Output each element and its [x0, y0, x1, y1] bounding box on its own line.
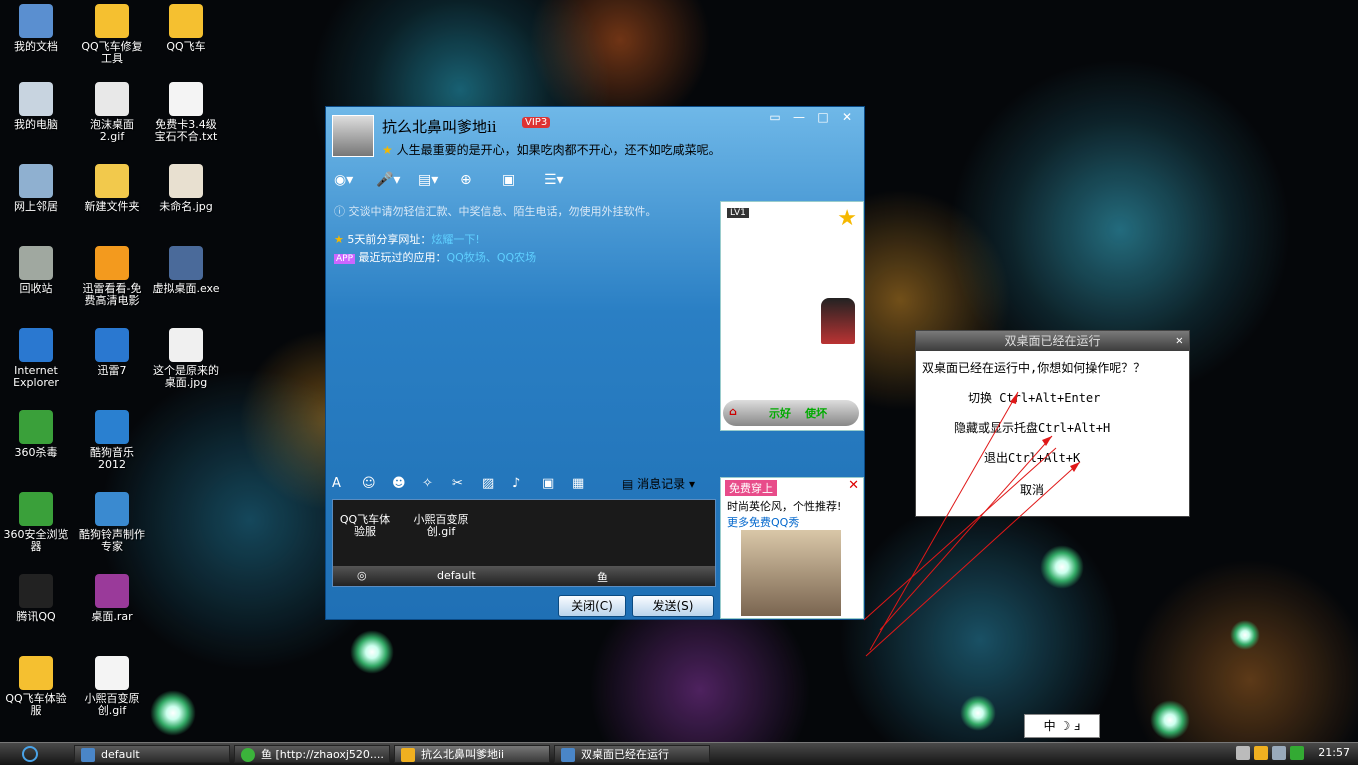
taskbar-item[interactable]: 双桌面已经在运行: [554, 745, 710, 763]
arrow-line: [869, 391, 1019, 651]
start-button[interactable]: [22, 746, 38, 762]
system-tray: [1236, 746, 1304, 760]
taskbar: default 鱼 [http://zhaoxj520.... 抗么北鼻叫爹地i…: [0, 742, 1358, 765]
arrow-line: [879, 435, 1053, 631]
qq-chat-icon: [401, 748, 415, 762]
arrow-head: [1070, 462, 1080, 472]
annotation-arrows: [863, 391, 1081, 657]
taskbar-item[interactable]: 鱼 [http://zhaoxj520....: [234, 745, 390, 763]
arrow-head: [1010, 392, 1018, 404]
arrow-line: [865, 461, 1081, 657]
taskbar-item[interactable]: default: [74, 745, 230, 763]
dialog-icon: [561, 748, 575, 762]
taskbar-item[interactable]: 抗么北鼻叫爹地ii: [394, 745, 550, 763]
network-tray-icon[interactable]: [1272, 746, 1286, 760]
360-tray-icon[interactable]: [1290, 746, 1304, 760]
arrow-head: [1042, 436, 1052, 446]
qq-tray-icon[interactable]: [1254, 746, 1268, 760]
keyboard-icon[interactable]: [1236, 746, 1250, 760]
desktop-icon: [81, 748, 95, 762]
clock[interactable]: 21:57: [1318, 746, 1350, 759]
chat-icon: [241, 748, 255, 762]
ime-status-bar[interactable]: 中 ☽ ⅎ: [1024, 714, 1100, 738]
arrow-line: [863, 447, 1057, 621]
